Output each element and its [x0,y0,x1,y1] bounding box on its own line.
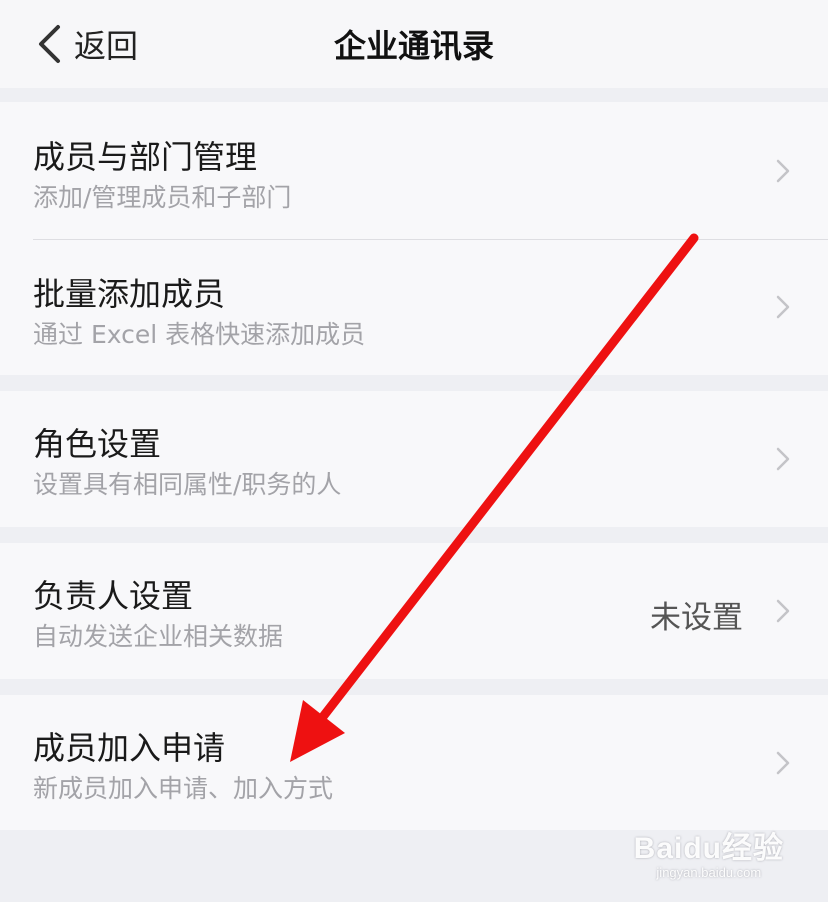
list-item-role-settings[interactable]: 角色设置 设置具有相同属性/职务的人 [0,391,828,527]
group-owner: 负责人设置 自动发送企业相关数据 未设置 [0,543,828,679]
item-subtitle: 添加/管理成员和子部门 [33,183,292,212]
item-subtitle: 新成员加入申请、加入方式 [33,774,334,803]
chevron-right-icon [776,159,790,183]
page-title: 企业通讯录 [333,27,494,65]
list-item-owner-settings[interactable]: 负责人设置 自动发送企业相关数据 未设置 [0,543,828,679]
item-title: 负责人设置 [33,577,194,615]
watermark-logo: Baidu经验 [633,832,784,865]
chevron-right-icon [776,751,790,775]
chevron-right-icon [776,295,790,319]
chevron-right-icon [776,447,790,471]
group-roles: 角色设置 设置具有相同属性/职务的人 [0,391,828,527]
item-title: 批量添加成员 [33,275,226,313]
group-join: 成员加入申请 新成员加入申请、加入方式 [0,695,828,830]
item-subtitle: 设置具有相同属性/职务的人 [33,470,342,499]
watermark: Baidu经验 jingyan.baidu.com [634,823,784,880]
list-item-member-dept[interactable]: 成员与部门管理 添加/管理成员和子部门 [0,102,828,239]
list-item-join-requests[interactable]: 成员加入申请 新成员加入申请、加入方式 [0,695,828,830]
item-title: 成员加入申请 [33,729,226,767]
item-title: 成员与部门管理 [33,138,258,176]
chevron-right-icon [776,599,790,623]
item-value: 未设置 [650,600,743,636]
list-item-bulk-add[interactable]: 批量添加成员 通过 Excel 表格快速添加成员 [0,239,828,375]
item-subtitle: 通过 Excel 表格快速添加成员 [33,320,366,349]
navigation-bar: 返回 企业通讯录 [0,0,828,88]
group-members: 成员与部门管理 添加/管理成员和子部门 批量添加成员 通过 Excel 表格快速… [0,102,828,375]
item-title: 角色设置 [33,425,162,463]
item-subtitle: 自动发送企业相关数据 [33,622,284,651]
watermark-url: jingyan.baidu.com [656,865,762,880]
